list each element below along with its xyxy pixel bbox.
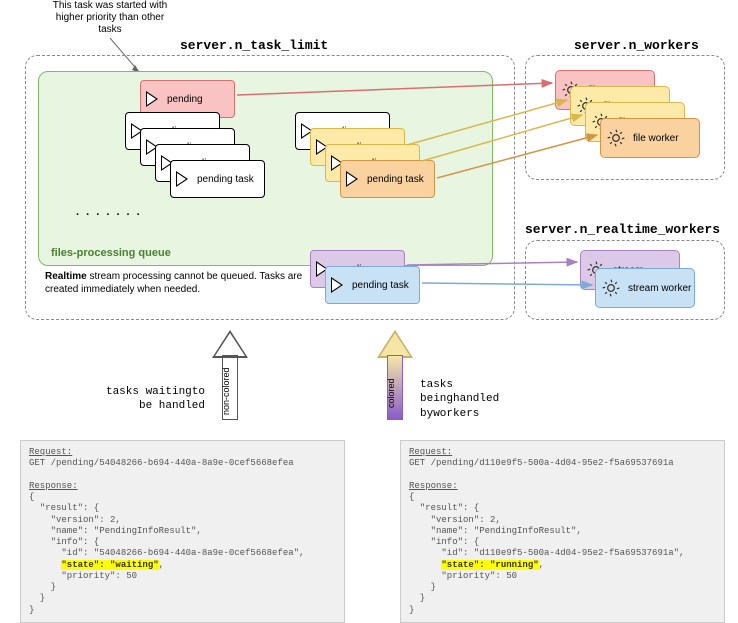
- gear-icon: [601, 278, 621, 298]
- file-worker-orange: file worker: [600, 118, 700, 158]
- task-label: pending: [167, 94, 203, 105]
- running-arrow-label: colored: [386, 378, 396, 408]
- pending-task-orange: pending task: [340, 160, 435, 198]
- priority-annotation: This task was started with higher priori…: [45, 0, 175, 36]
- worker-label: stream worker: [628, 283, 691, 294]
- realtime-task-blue: pending task: [325, 266, 420, 304]
- play-icon: [346, 171, 358, 187]
- ellipsis: . . . . . . .: [76, 206, 142, 218]
- waiting-arrow-text: tasks waitingto be handled: [100, 385, 205, 414]
- task-label: pending task: [367, 174, 424, 185]
- rt-workers-title: server.n_realtime_workers: [525, 222, 720, 237]
- task-label: pending task: [352, 280, 409, 291]
- code-request-running: Request: GET /pending/d110e9f5-500a-4d04…: [400, 440, 725, 623]
- main-title: server.n_task_limit: [180, 38, 328, 53]
- running-arrow-text: tasks beinghandled byworkers: [420, 378, 530, 421]
- stream-worker-blue: stream worker: [595, 268, 695, 308]
- pending-task: pending task: [170, 160, 265, 198]
- worker-label: file worker: [633, 133, 679, 144]
- queue-label: files-processing queue: [51, 247, 171, 259]
- play-icon: [331, 277, 343, 293]
- play-icon: [146, 91, 158, 107]
- play-icon: [176, 171, 188, 187]
- code-request-waiting: Request: GET /pending/54048266-b694-440a…: [20, 440, 345, 623]
- task-label: pending task: [197, 174, 254, 185]
- gear-icon: [606, 128, 626, 148]
- waiting-arrow-label: non-colored: [221, 367, 231, 415]
- workers-title: server.n_workers: [574, 38, 699, 53]
- realtime-note: Realtime stream processing cannot be que…: [45, 270, 305, 296]
